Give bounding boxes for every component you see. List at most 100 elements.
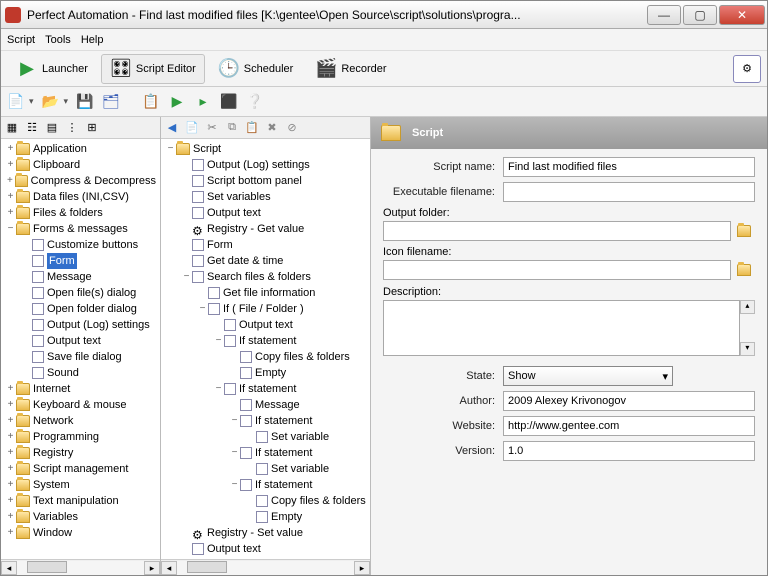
saveall-icon[interactable]: 🗂 (102, 93, 120, 111)
twist-icon[interactable]: + (5, 397, 16, 413)
tree-node[interactable]: Set variable (161, 461, 370, 477)
twist-icon[interactable]: + (5, 429, 16, 445)
tree-node[interactable]: Output (Log) settings (1, 317, 160, 333)
exe-input[interactable] (503, 182, 755, 202)
tree-node[interactable]: Script bottom panel (161, 173, 370, 189)
tree-node[interactable]: Output text (1, 333, 160, 349)
view2-icon[interactable]: ☷ (25, 121, 39, 135)
twist-icon[interactable]: + (5, 445, 16, 461)
tree-node[interactable]: +System (1, 477, 160, 493)
description-input[interactable] (383, 300, 740, 356)
tree-node[interactable]: Open file(s) dialog (1, 285, 160, 301)
twist-icon[interactable]: + (5, 157, 16, 173)
tree-node[interactable]: ⚙Registry - Set value (161, 525, 370, 541)
tree-node[interactable]: Output (Log) settings (161, 157, 370, 173)
settings-button[interactable]: ⚙ (733, 55, 761, 83)
version-input[interactable]: 1.0 (503, 441, 755, 461)
twist-icon[interactable]: + (5, 493, 16, 509)
minimize-button[interactable]: — (647, 5, 681, 25)
scroll-down-icon[interactable]: ▾ (740, 342, 755, 356)
twist-icon[interactable]: − (213, 381, 224, 397)
twist-icon[interactable]: − (5, 221, 16, 237)
scroll-left-icon[interactable]: ◂ (161, 561, 177, 575)
twist-icon[interactable]: − (197, 301, 208, 317)
tree-node[interactable]: −If statement (161, 333, 370, 349)
tree-node[interactable]: Output text (161, 205, 370, 221)
tree-node[interactable]: +Registry (1, 445, 160, 461)
scroll-up-icon[interactable]: ▴ (740, 300, 755, 314)
scroll-left-icon[interactable]: ◂ (1, 561, 17, 575)
tree-node[interactable]: Get file information (161, 285, 370, 301)
tree-node[interactable]: +Text manipulation (1, 493, 160, 509)
left-scrollbar[interactable]: ◂ ▸ (1, 559, 160, 575)
dropdown-icon[interactable]: ▾ (64, 96, 69, 107)
twist-icon[interactable]: − (181, 269, 192, 285)
run2-icon[interactable]: ▸ (194, 93, 212, 111)
scroll-thumb[interactable] (27, 561, 67, 573)
tree-node[interactable]: Set variables (161, 189, 370, 205)
delete-icon[interactable]: ✖ (265, 121, 279, 135)
twist-icon[interactable]: + (5, 525, 16, 541)
maximize-button[interactable]: ▢ (683, 5, 717, 25)
tree-node[interactable]: +Window (1, 525, 160, 541)
paste-icon[interactable]: 📋 (245, 121, 259, 135)
outfolder-input[interactable] (383, 221, 731, 241)
tree-node[interactable]: +Programming (1, 429, 160, 445)
back-icon[interactable]: ◀ (165, 121, 179, 135)
recorder-button[interactable]: 🎬Recorder (306, 54, 395, 84)
state-select[interactable]: Show▾ (503, 366, 673, 386)
twist-icon[interactable]: + (5, 381, 16, 397)
tree-node[interactable]: Copy files & folders (161, 349, 370, 365)
tree-node[interactable]: +Application (1, 141, 160, 157)
twist-icon[interactable]: + (5, 509, 16, 525)
library-tree[interactable]: +Application+Clipboard+Compress & Decomp… (1, 139, 160, 559)
scroll-thumb[interactable] (187, 561, 227, 573)
tree-node[interactable]: −If statement (161, 381, 370, 397)
close-button[interactable]: ✕ (719, 5, 765, 25)
scheduler-button[interactable]: 🕒Scheduler (209, 54, 303, 84)
tree-node[interactable]: −If statement (161, 477, 370, 493)
tree-node[interactable]: Output text (161, 317, 370, 333)
twist-icon[interactable]: − (229, 413, 240, 429)
twist-icon[interactable]: + (5, 461, 16, 477)
browse-icon-button[interactable] (735, 260, 755, 280)
scroll-right-icon[interactable]: ▸ (354, 561, 370, 575)
tree-node[interactable]: Sound (1, 365, 160, 381)
tree-node[interactable]: ⚙Registry - Get value (161, 221, 370, 237)
run-icon[interactable]: ▶ (168, 93, 186, 111)
menu-help[interactable]: Help (81, 34, 104, 46)
tree-node[interactable]: Message (1, 269, 160, 285)
twist-icon[interactable]: + (5, 141, 16, 157)
save-icon[interactable]: 💾 (76, 93, 94, 111)
tree-node[interactable]: +Internet (1, 381, 160, 397)
scroll-right-icon[interactable]: ▸ (144, 561, 160, 575)
tree-node[interactable]: Output text (161, 541, 370, 557)
tree-node[interactable]: −If statement (161, 445, 370, 461)
clear-icon[interactable]: ⊘ (285, 121, 299, 135)
copy-icon[interactable]: 📋 (142, 93, 160, 111)
tree-node[interactable]: Customize buttons (1, 237, 160, 253)
view3-icon[interactable]: ▤ (45, 121, 59, 135)
twist-icon[interactable]: − (229, 445, 240, 461)
menu-tools[interactable]: Tools (45, 34, 71, 46)
titlebar[interactable]: Perfect Automation - Find last modified … (1, 1, 767, 29)
twist-icon[interactable]: − (229, 477, 240, 493)
twist-icon[interactable]: − (165, 141, 176, 157)
help-icon[interactable]: ❔ (246, 93, 264, 111)
tree-node[interactable]: Get date & time (161, 253, 370, 269)
author-input[interactable]: 2009 Alexey Krivonogov (503, 391, 755, 411)
twist-icon[interactable]: − (213, 333, 224, 349)
twist-icon[interactable]: + (5, 205, 16, 221)
tree-node[interactable]: −Script (161, 141, 370, 157)
open-icon[interactable]: 📂 (42, 93, 60, 111)
tree-node[interactable]: +Variables (1, 509, 160, 525)
script-tree[interactable]: −ScriptOutput (Log) settingsScript botto… (161, 139, 370, 559)
tree-node[interactable]: −If statement (161, 413, 370, 429)
tree-node[interactable]: +Data files (INI,CSV) (1, 189, 160, 205)
tree-node[interactable]: Message (161, 397, 370, 413)
website-input[interactable]: http://www.gentee.com (503, 416, 755, 436)
scripteditor-button[interactable]: 🎛Script Editor (101, 54, 205, 84)
tree-node[interactable]: +Keyboard & mouse (1, 397, 160, 413)
mid-scrollbar[interactable]: ◂ ▸ (161, 559, 370, 575)
launcher-button[interactable]: ▶Launcher (7, 54, 97, 84)
